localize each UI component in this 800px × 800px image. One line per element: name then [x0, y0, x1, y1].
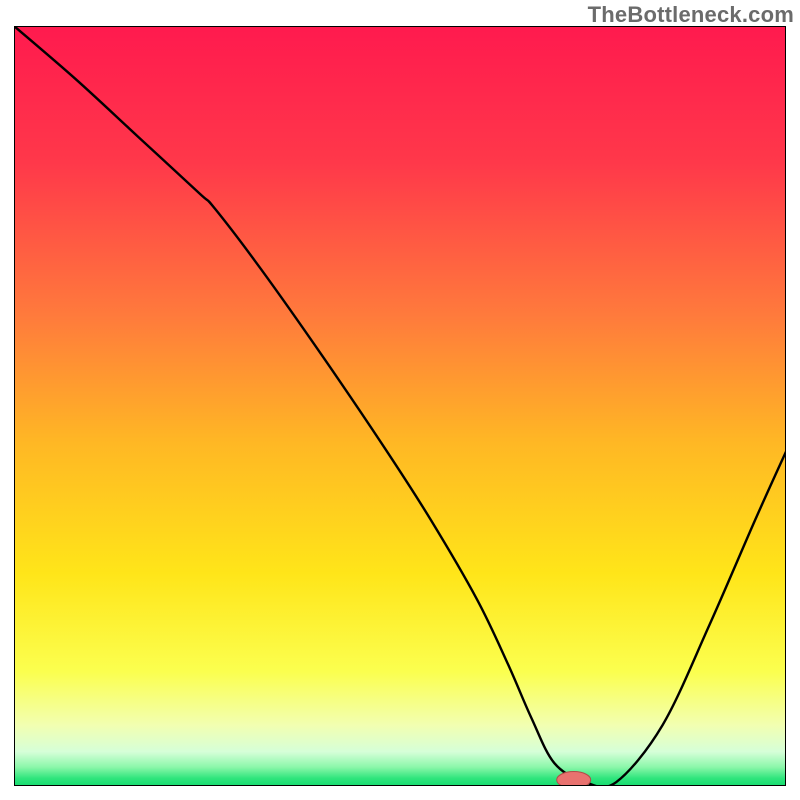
- chart-svg: [14, 26, 786, 786]
- marker-group: [557, 772, 591, 786]
- gradient-background: [14, 26, 786, 786]
- chart-container: TheBottleneck.com: [0, 0, 800, 800]
- plot-area: [14, 26, 786, 786]
- optimal-marker: [557, 772, 591, 786]
- watermark-text: TheBottleneck.com: [588, 2, 794, 28]
